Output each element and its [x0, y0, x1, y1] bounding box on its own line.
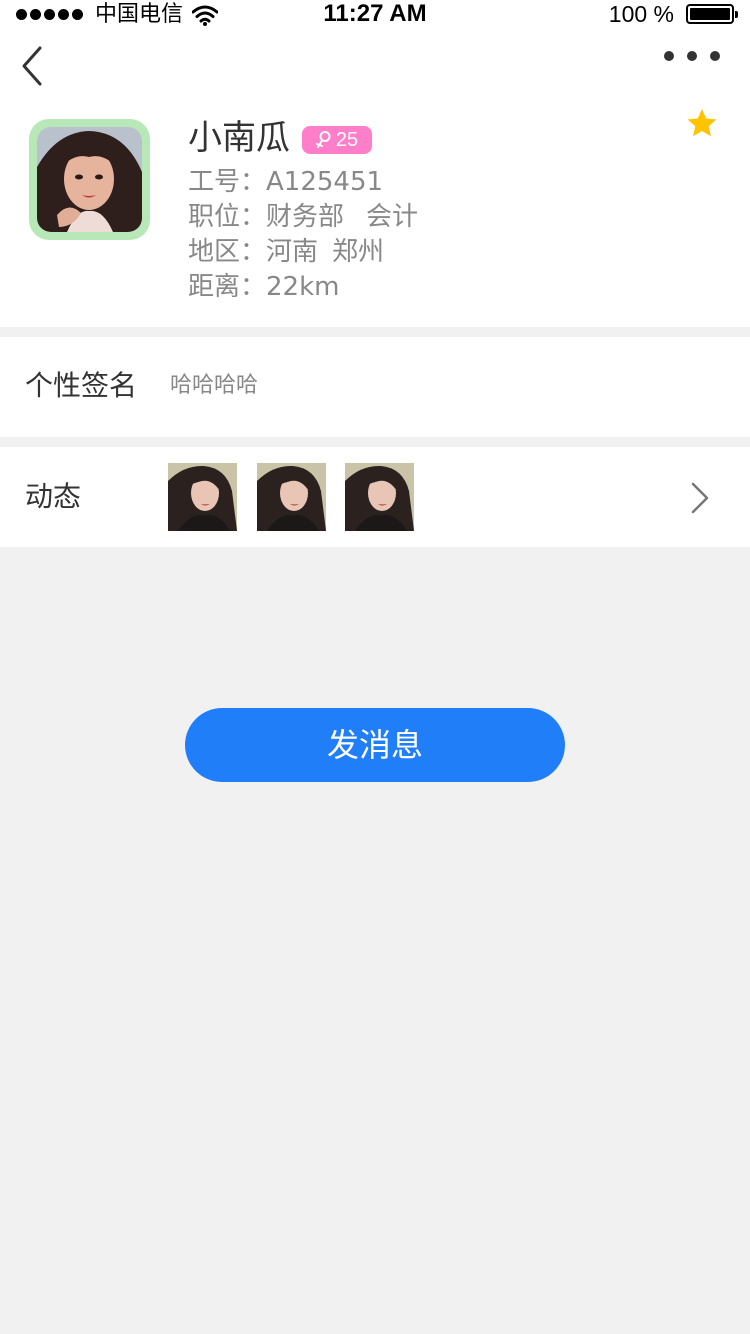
- user-name: 小南瓜: [188, 118, 290, 158]
- employee-id-line: 工号：A125451: [188, 167, 384, 197]
- distance-value: 22km: [266, 272, 340, 302]
- moment-thumbnail-2[interactable]: [257, 463, 326, 531]
- chevron-right-icon: [691, 482, 709, 514]
- female-icon: [315, 131, 331, 148]
- moment-thumbnail-1[interactable]: [168, 463, 237, 531]
- status-bar: 中国电信 11:27 AM 100 %: [0, 0, 750, 30]
- employee-id: A125451: [266, 167, 384, 197]
- position-line: 职位：财务部 会计: [188, 202, 419, 232]
- profile-screen: 中国电信 11:27 AM 100 % 小南瓜 25 工号：A125451 职位…: [0, 0, 750, 1334]
- profile-card: 小南瓜 25 工号：A125451 职位：财务部 会计 地区：河南 郑州 距离：22…: [0, 102, 750, 327]
- navigation-bar: [0, 30, 750, 102]
- battery-icon: [686, 4, 738, 24]
- battery-percentage: 100 %: [608, 1, 674, 27]
- signature-row: 个性签名 哈哈哈哈: [0, 337, 750, 437]
- city: 郑州: [332, 237, 385, 267]
- avatar[interactable]: [29, 119, 150, 240]
- more-options-button[interactable]: [664, 46, 720, 66]
- avatar-photo: [37, 127, 142, 232]
- moments-row[interactable]: 动态: [0, 447, 750, 547]
- province: 河南: [266, 237, 319, 267]
- gender-age-badge: 25: [302, 126, 372, 154]
- region-line: 地区：河南 郑州: [188, 237, 385, 267]
- send-message-button[interactable]: 发消息: [185, 708, 565, 782]
- back-button[interactable]: [14, 44, 54, 88]
- job-title: 会计: [366, 202, 419, 232]
- department: 财务部: [266, 202, 345, 232]
- signature-label: 个性签名: [25, 369, 138, 402]
- more-dots-icon: [664, 51, 674, 61]
- age-value: 25: [335, 128, 359, 151]
- back-arrow-icon: [22, 46, 42, 86]
- star-icon[interactable]: [686, 108, 718, 139]
- moment-thumbnail-3[interactable]: [345, 463, 414, 531]
- moments-label: 动态: [25, 480, 82, 513]
- distance-line: 距离：22km: [188, 272, 340, 302]
- signature-value: 哈哈哈哈: [170, 373, 259, 398]
